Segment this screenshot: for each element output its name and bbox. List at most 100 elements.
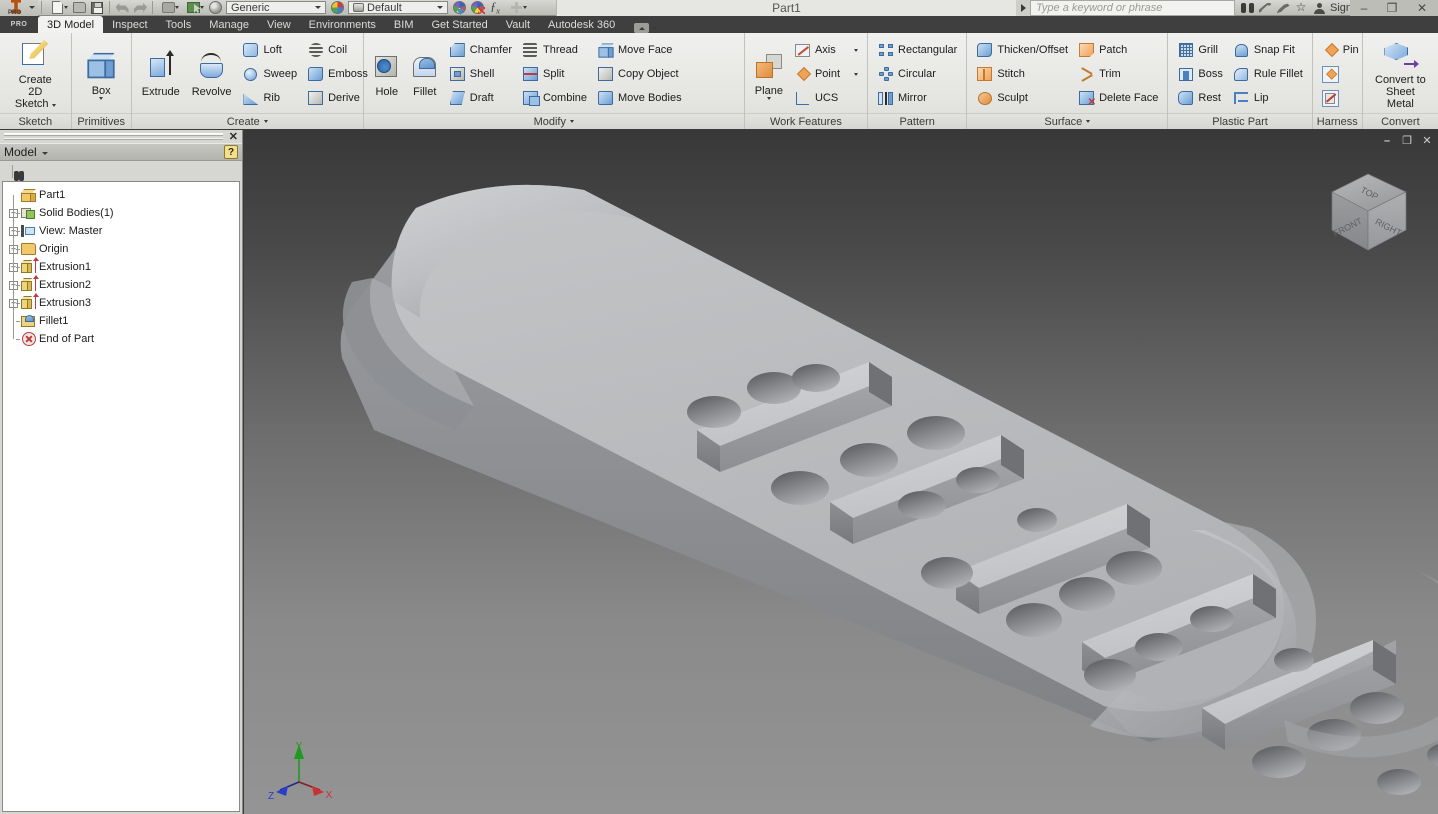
chevron-down-icon[interactable] [175, 5, 179, 9]
restore-viewport-button[interactable]: ❐ [1400, 134, 1414, 147]
search-input[interactable]: Type a keyword or phrase [1030, 0, 1235, 16]
minimize-viewport-button[interactable]: – [1380, 135, 1394, 147]
chevron-down-icon[interactable] [41, 152, 48, 155]
chamfer-button[interactable]: Chamfer [446, 39, 515, 62]
work-point-button[interactable]: Point [791, 63, 861, 86]
tab-manage[interactable]: Manage [200, 17, 258, 33]
chevron-down-icon[interactable] [51, 104, 56, 107]
tree-item-end-of-part[interactable]: End of Part [7, 330, 239, 348]
mirror-button[interactable]: Mirror [874, 87, 960, 110]
rest-button[interactable]: Rest [1174, 87, 1225, 110]
title-expand-button[interactable] [1016, 0, 1030, 16]
chevron-down-icon[interactable] [854, 72, 859, 76]
chevron-down-icon[interactable] [766, 96, 771, 100]
fillet-button[interactable]: Fillet [406, 48, 444, 100]
material-browser-button[interactable] [328, 0, 346, 16]
redo-button[interactable] [131, 0, 149, 16]
tab-get-started[interactable]: Get Started [422, 17, 496, 33]
rule-fillet-button[interactable]: Rule Fillet [1230, 63, 1306, 86]
tab-environments[interactable]: Environments [300, 17, 385, 33]
shell-button[interactable]: Shell [446, 63, 515, 86]
tab-autodesk-360[interactable]: Autodesk 360 [539, 17, 624, 33]
chevron-down-icon[interactable] [652, 26, 657, 30]
application-menu-button[interactable]: PRO [0, 0, 38, 16]
snap-fit-button[interactable]: Snap Fit [1230, 39, 1306, 62]
split-button[interactable]: Split [519, 63, 590, 86]
thicken-offset-button[interactable]: Thicken/Offset [973, 39, 1071, 62]
grill-button[interactable]: Grill [1174, 39, 1225, 62]
tab-vault[interactable]: Vault [497, 17, 539, 33]
delete-face-button[interactable]: ✕ Delete Face [1075, 87, 1161, 110]
search-help-button[interactable] [1238, 0, 1256, 16]
tree-item-extrusion1[interactable]: + Extrusion1 [7, 257, 239, 276]
customer-involvement-button[interactable] [1256, 0, 1274, 16]
pin-button[interactable]: Pin [1319, 39, 1362, 62]
save-document-button[interactable] [88, 0, 106, 16]
chevron-down-icon[interactable] [523, 5, 527, 9]
3d-viewport[interactable]: – ❐ ✕ TOP FRONT RIGHT Y X Z [244, 130, 1438, 814]
appearance-selector[interactable]: Default [348, 1, 448, 14]
copy-object-button[interactable]: Copy Object [594, 63, 685, 86]
3d-model-part[interactable] [244, 130, 1438, 814]
tree-expander[interactable]: + [7, 294, 20, 312]
restore-window-button[interactable]: ❐ [1378, 0, 1406, 16]
account-button[interactable] [1310, 0, 1328, 16]
drag-grip[interactable] [4, 133, 223, 140]
chevron-down-icon[interactable] [29, 5, 35, 9]
open-document-button[interactable] [70, 0, 88, 16]
convert-to-sheet-metal-button[interactable]: Convert to Sheet Metal [1367, 36, 1434, 112]
chevron-down-icon[interactable] [1086, 120, 1091, 123]
minimize-window-button[interactable]: – [1350, 0, 1378, 16]
browser-tree[interactable]: Part1 + Solid Bodies(1) + View: Master +… [2, 181, 240, 812]
ribbon-collapse-button[interactable] [634, 23, 650, 33]
tree-item-extrusion2[interactable]: + Extrusion2 [7, 275, 239, 294]
chevron-down-icon[interactable] [99, 96, 104, 100]
harness-insert-button[interactable] [1319, 63, 1362, 86]
rib-button[interactable]: Rib [239, 87, 300, 110]
adjust-appearance-button[interactable] [450, 0, 468, 16]
browser-drag-handle[interactable]: ✕ [0, 130, 242, 143]
work-axis-button[interactable]: Axis [791, 39, 861, 62]
emboss-button[interactable]: Emboss [304, 63, 371, 86]
tab-inspect[interactable]: Inspect [103, 17, 156, 33]
coil-button[interactable]: Coil [304, 39, 371, 62]
ucs-button[interactable]: UCS [791, 87, 861, 110]
customize-qat-button[interactable] [504, 0, 529, 16]
boss-button[interactable]: Boss [1174, 63, 1225, 86]
favorites-button[interactable]: ☆ [1292, 0, 1310, 16]
parameters-button[interactable] [156, 0, 181, 16]
box-primitive-button[interactable]: Box [86, 47, 117, 102]
loft-button[interactable]: Loft [239, 39, 300, 62]
chevron-down-icon[interactable] [314, 6, 321, 9]
derive-button[interactable]: Derive [304, 87, 371, 110]
tree-expander[interactable]: + [7, 204, 20, 222]
close-browser-button[interactable]: ✕ [223, 130, 238, 143]
hole-button[interactable]: Hole [368, 48, 406, 100]
updates-button[interactable] [206, 0, 224, 16]
tree-item-view-master[interactable]: + View: Master [7, 222, 239, 240]
tree-item-origin[interactable]: + Origin [7, 240, 239, 258]
tree-item-extrusion3[interactable]: + Extrusion3 [7, 293, 239, 312]
thread-button[interactable]: Thread [519, 39, 590, 62]
extrude-button[interactable]: Extrude [136, 48, 186, 100]
chevron-down-icon[interactable] [200, 5, 204, 9]
chevron-down-icon[interactable] [853, 48, 858, 52]
combine-button[interactable]: Combine [519, 87, 590, 110]
tree-item-fillet1[interactable]: Fillet1 [7, 312, 239, 330]
tree-expander[interactable]: + [7, 276, 20, 294]
chevron-down-icon[interactable] [570, 120, 574, 123]
clear-appearance-button[interactable] [468, 0, 486, 16]
tree-expander[interactable]: + [7, 240, 20, 258]
rectangular-pattern-button[interactable]: Rectangular [874, 39, 960, 62]
tree-item-part1[interactable]: Part1 [7, 186, 239, 204]
stitch-button[interactable]: Stitch [973, 63, 1071, 86]
move-face-button[interactable]: Move Face [594, 39, 685, 62]
chevron-down-icon[interactable] [64, 5, 68, 9]
work-plane-button[interactable]: Plane [749, 47, 789, 102]
tree-item-solid-bodies[interactable]: + Solid Bodies(1) [7, 204, 239, 222]
tab-tools[interactable]: Tools [157, 17, 201, 33]
close-viewport-button[interactable]: ✕ [1420, 134, 1434, 147]
undo-button[interactable] [113, 0, 131, 16]
tree-expander[interactable]: + [7, 258, 20, 276]
tab-bim[interactable]: BIM [385, 17, 423, 33]
